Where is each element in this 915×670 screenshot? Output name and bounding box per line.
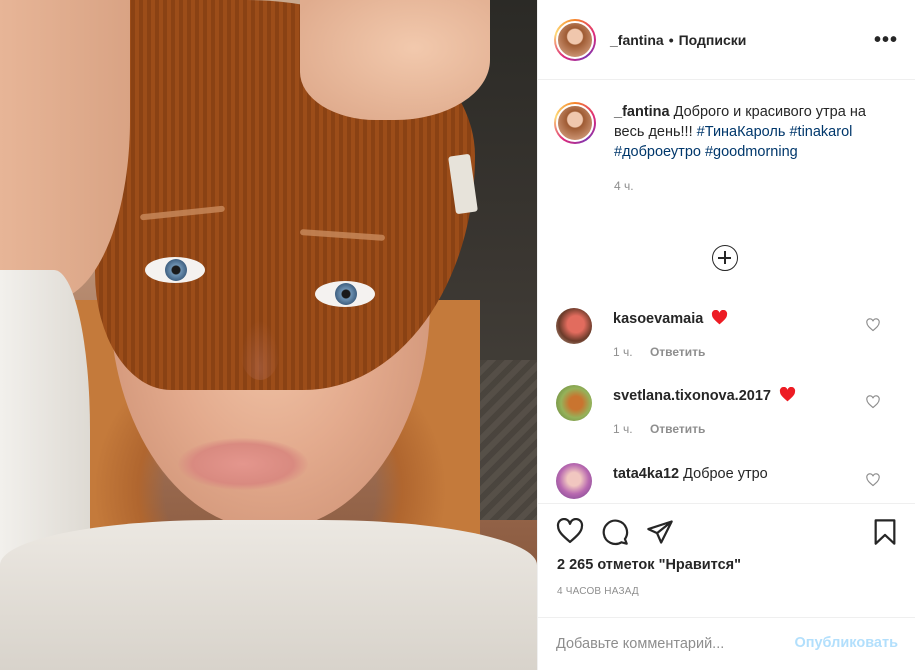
- comment-text: svetlana.tixonova.2017: [613, 387, 863, 405]
- comment-avatar[interactable]: [556, 463, 592, 499]
- save-bookmark-icon[interactable]: [871, 518, 899, 546]
- like-heart-icon[interactable]: [556, 518, 584, 546]
- comment-message: Доброе утро: [683, 466, 768, 482]
- comments-scroll-area[interactable]: _fantina Доброго и красивого утра на вес…: [538, 80, 915, 503]
- header-separator: •: [668, 31, 674, 48]
- comment-username[interactable]: tata4ka12: [613, 466, 679, 482]
- comment-text: tata4ka12 Доброе утро: [613, 465, 863, 483]
- hashtag-link[interactable]: #доброеутро: [614, 144, 701, 160]
- caption-text: _fantina Доброго и красивого утра на вес…: [614, 102, 884, 162]
- caption-body: _fantina Доброго и красивого утра на вес…: [614, 102, 884, 196]
- follow-status-button[interactable]: Подписки: [679, 32, 747, 48]
- comment-like-icon[interactable]: [866, 395, 880, 409]
- publish-button[interactable]: Опубликовать: [794, 635, 898, 651]
- photo-right-eye: [315, 281, 375, 307]
- post-actions: 2 265 отметок "Нравится" 4 часов назад О…: [538, 503, 915, 670]
- hashtag-link[interactable]: #ТинаКароль: [697, 124, 786, 140]
- comment-meta: 1 ч. Ответить: [613, 345, 705, 359]
- load-more-comments-icon[interactable]: [712, 245, 738, 271]
- comment-username[interactable]: kasoevamaia: [613, 311, 703, 327]
- post-header: _fantina • Подписки •••: [538, 0, 915, 80]
- comment-avatar[interactable]: [556, 385, 592, 421]
- post-photo[interactable]: [0, 0, 537, 670]
- post-timestamp[interactable]: 4 часов назад: [557, 586, 639, 597]
- caption-avatar[interactable]: [554, 102, 596, 144]
- caption-avatar-image: [556, 104, 594, 142]
- add-comment-bar: Опубликовать: [538, 617, 915, 670]
- comment-username[interactable]: svetlana.tixonova.2017: [613, 388, 771, 404]
- more-options-icon[interactable]: •••: [874, 30, 898, 50]
- hashtag-link[interactable]: #goodmorning: [705, 144, 798, 160]
- share-paper-plane-icon[interactable]: [646, 518, 674, 546]
- caption-time[interactable]: 4 ч.: [614, 176, 884, 196]
- comment-like-icon[interactable]: [866, 318, 880, 332]
- red-heart-emoji-icon: [712, 310, 728, 325]
- reply-button[interactable]: Ответить: [650, 345, 705, 359]
- post-side-panel: _fantina • Подписки ••• _fantina Доброго…: [537, 0, 915, 670]
- comment-meta: 1 ч. Ответить: [613, 422, 705, 436]
- author-avatar[interactable]: [554, 18, 596, 61]
- post-caption: _fantina Доброго и красивого утра на вес…: [554, 102, 899, 196]
- photo-hand: [300, 0, 490, 120]
- comment-like-icon[interactable]: [866, 473, 880, 487]
- photo-lips: [178, 438, 308, 490]
- photo-left-eye: [145, 257, 205, 283]
- photo-sweater: [0, 520, 537, 670]
- comment-time[interactable]: 1 ч.: [613, 422, 633, 436]
- hashtag-link[interactable]: #tinakarol: [789, 124, 852, 140]
- author-username[interactable]: _fantina: [610, 32, 664, 48]
- comment-bubble-icon[interactable]: [601, 518, 629, 546]
- comment-avatar[interactable]: [556, 308, 592, 344]
- likes-count[interactable]: 2 265 отметок "Нравится": [557, 557, 741, 573]
- red-heart-emoji-icon: [779, 387, 796, 402]
- caption-username[interactable]: _fantina: [614, 104, 670, 120]
- comment-time[interactable]: 1 ч.: [613, 345, 633, 359]
- reply-button[interactable]: Ответить: [650, 422, 705, 436]
- author-avatar-image: [556, 20, 594, 59]
- comment-text: kasoevamaia: [613, 310, 863, 328]
- header-names: _fantina • Подписки: [610, 32, 746, 48]
- comment-input[interactable]: [556, 632, 776, 656]
- photo-nose: [240, 320, 280, 380]
